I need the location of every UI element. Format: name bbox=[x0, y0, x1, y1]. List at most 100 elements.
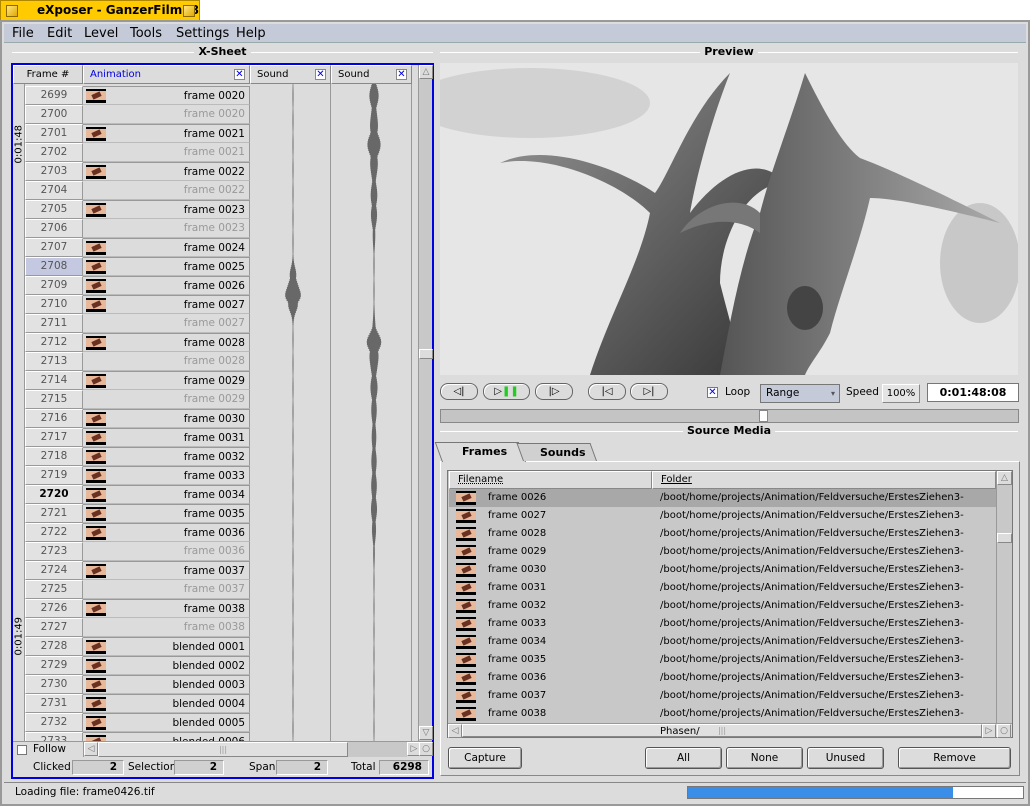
column-header-animation[interactable]: Animation ✕ bbox=[83, 65, 250, 84]
frame-number[interactable]: 2703 bbox=[25, 162, 83, 181]
animation-cel[interactable]: blended 0001 bbox=[83, 637, 250, 656]
xsheet-row[interactable]: 2705 frame 0023 bbox=[25, 200, 250, 219]
column-toggle-checkbox[interactable]: ✕ bbox=[396, 69, 407, 80]
xsheet-row[interactable]: 2717 frame 0031 bbox=[25, 428, 250, 447]
column-header-filename[interactable]: Filename bbox=[449, 471, 652, 489]
xsheet-row[interactable]: 2710 frame 0027 bbox=[25, 295, 250, 314]
menu-help[interactable]: Help bbox=[236, 26, 266, 41]
close-icon[interactable] bbox=[6, 5, 18, 17]
playback-slider[interactable] bbox=[440, 409, 1019, 423]
animation-cel[interactable]: frame 0022 bbox=[83, 162, 250, 181]
source-row[interactable]: frame 0032/boot/home/projects/Animation/… bbox=[449, 597, 996, 629]
xsheet-row[interactable]: 2716 frame 0030 bbox=[25, 409, 250, 428]
frame-number[interactable]: 2727 bbox=[25, 618, 83, 637]
xsheet-row[interactable]: 2713 frame 0028 bbox=[25, 352, 250, 371]
frame-number[interactable]: 2732 bbox=[25, 713, 83, 732]
animation-cel[interactable]: frame 0020 bbox=[83, 86, 250, 105]
play-pause-button[interactable]: ▷❚❚ bbox=[483, 383, 530, 400]
column-header-sound-2[interactable]: Sound ✕ bbox=[331, 65, 412, 84]
menu-tools[interactable]: Tools bbox=[130, 26, 162, 41]
frame-number[interactable]: 2702 bbox=[25, 143, 83, 162]
xsheet-row[interactable]: 2720 frame 0034 bbox=[25, 485, 250, 504]
column-toggle-checkbox[interactable]: ✕ bbox=[234, 69, 245, 80]
frame-number[interactable]: 2723 bbox=[25, 542, 83, 561]
xsheet-row[interactable]: 2721 frame 0035 bbox=[25, 504, 250, 523]
animation-cel[interactable]: frame 0034 bbox=[83, 485, 250, 504]
xsheet-row[interactable]: 2726 frame 0038 bbox=[25, 599, 250, 618]
column-header-sound-1[interactable]: Sound ✕ bbox=[250, 65, 331, 84]
frame-number[interactable]: 2709 bbox=[25, 276, 83, 295]
zoom-icon[interactable] bbox=[183, 5, 195, 17]
frame-number[interactable]: 2706 bbox=[25, 219, 83, 238]
frame-number[interactable]: 2720 bbox=[25, 485, 83, 504]
xsheet-horizontal-scrollbar[interactable]: ◁ ||| ▷ bbox=[83, 742, 421, 757]
frame-number[interactable]: 2715 bbox=[25, 390, 83, 409]
source-row[interactable]: frame 0026/boot/home/projects/Animation/… bbox=[449, 489, 996, 521]
xsheet-row[interactable]: 2704 frame 0022 bbox=[25, 181, 250, 200]
frame-number[interactable]: 2722 bbox=[25, 523, 83, 542]
source-row[interactable]: frame 0035/boot/home/projects/Animation/… bbox=[449, 651, 996, 683]
frame-number[interactable]: 2717 bbox=[25, 428, 83, 447]
scroll-thumb[interactable] bbox=[419, 349, 433, 359]
source-row[interactable]: frame 0029/boot/home/projects/Animation/… bbox=[449, 543, 996, 575]
source-row[interactable]: frame 0038/boot/home/projects/Animation/… bbox=[449, 705, 996, 737]
animation-cel[interactable]: frame 0036 bbox=[83, 542, 250, 561]
source-row[interactable]: frame 0028/boot/home/projects/Animation/… bbox=[449, 525, 996, 557]
animation-cel[interactable]: frame 0021 bbox=[83, 143, 250, 162]
animation-cel[interactable]: frame 0035 bbox=[83, 504, 250, 523]
xsheet-row[interactable]: 2719 frame 0033 bbox=[25, 466, 250, 485]
animation-cel[interactable]: frame 0038 bbox=[83, 618, 250, 637]
frame-number[interactable]: 2725 bbox=[25, 580, 83, 599]
frame-number[interactable]: 2711 bbox=[25, 314, 83, 333]
frame-number[interactable]: 2710 bbox=[25, 295, 83, 314]
step-back-button[interactable]: ◁| bbox=[440, 383, 478, 400]
sound-track-2[interactable] bbox=[331, 83, 412, 741]
frame-number[interactable]: 2730 bbox=[25, 675, 83, 694]
xsheet-row[interactable]: 2731 blended 0004 bbox=[25, 694, 250, 713]
frame-number[interactable]: 2726 bbox=[25, 599, 83, 618]
menu-settings[interactable]: Settings bbox=[176, 26, 229, 41]
window-title-tab[interactable]: eXposer - GanzerFilm18 bbox=[0, 0, 200, 21]
frame-number[interactable]: 2724 bbox=[25, 561, 83, 580]
frame-number[interactable]: 2733 bbox=[25, 732, 83, 741]
frame-number[interactable]: 2716 bbox=[25, 409, 83, 428]
animation-cel[interactable]: frame 0025 bbox=[83, 257, 250, 276]
animation-cel[interactable]: frame 0036 bbox=[83, 523, 250, 542]
scroll-down-arrow-icon[interactable]: ▽ bbox=[419, 726, 433, 740]
slider-thumb[interactable] bbox=[759, 410, 769, 422]
animation-cel[interactable]: frame 0033 bbox=[83, 466, 250, 485]
xsheet-row[interactable]: 2708 frame 0025 bbox=[25, 257, 250, 276]
speed-field[interactable]: 100% bbox=[882, 384, 920, 403]
xsheet-row[interactable]: 2715 frame 0029 bbox=[25, 390, 250, 409]
remove-button[interactable]: Remove bbox=[898, 747, 1011, 769]
sound-track-1[interactable] bbox=[250, 83, 331, 741]
xsheet-row[interactable]: 2725 frame 0037 bbox=[25, 580, 250, 599]
xsheet-row[interactable]: 2728 blended 0001 bbox=[25, 637, 250, 656]
column-toggle-checkbox[interactable]: ✕ bbox=[315, 69, 326, 80]
source-row[interactable]: frame 0030/boot/home/projects/Animation/… bbox=[449, 561, 996, 593]
animation-cel[interactable]: frame 0027 bbox=[83, 314, 250, 333]
scroll-left-arrow-icon[interactable]: ◁ bbox=[448, 724, 462, 738]
source-vertical-scrollbar[interactable]: △ bbox=[996, 471, 1012, 723]
source-row[interactable]: frame 0036/boot/home/projects/Animation/… bbox=[449, 669, 996, 701]
resize-corner-icon[interactable]: ○ bbox=[997, 724, 1011, 738]
animation-cel[interactable]: frame 0023 bbox=[83, 200, 250, 219]
xsheet-row[interactable]: 2733blended 0006 bbox=[25, 732, 250, 741]
scroll-up-arrow-icon[interactable]: △ bbox=[997, 471, 1012, 485]
frame-number[interactable]: 2731 bbox=[25, 694, 83, 713]
frame-number[interactable]: 2718 bbox=[25, 447, 83, 466]
select-none-button[interactable]: None bbox=[726, 747, 803, 769]
xsheet-row[interactable]: 2714 frame 0029 bbox=[25, 371, 250, 390]
animation-cel[interactable]: frame 0023 bbox=[83, 219, 250, 238]
menu-edit[interactable]: Edit bbox=[47, 26, 72, 41]
source-row[interactable]: frame 0033/boot/home/projects/Animation/… bbox=[449, 615, 996, 647]
frame-number[interactable]: 2701 bbox=[25, 124, 83, 143]
animation-cel[interactable]: blended 0004 bbox=[83, 694, 250, 713]
animation-cel[interactable]: frame 0021 bbox=[83, 124, 250, 143]
source-row[interactable]: frame 0031/boot/home/projects/Animation/… bbox=[449, 579, 996, 611]
scroll-thumb[interactable] bbox=[997, 533, 1012, 543]
xsheet-row[interactable]: 2729 blended 0002 bbox=[25, 656, 250, 675]
animation-cel[interactable]: frame 0032 bbox=[83, 447, 250, 466]
animation-cel[interactable]: frame 0037 bbox=[83, 580, 250, 599]
select-unused-button[interactable]: Unused bbox=[807, 747, 884, 769]
